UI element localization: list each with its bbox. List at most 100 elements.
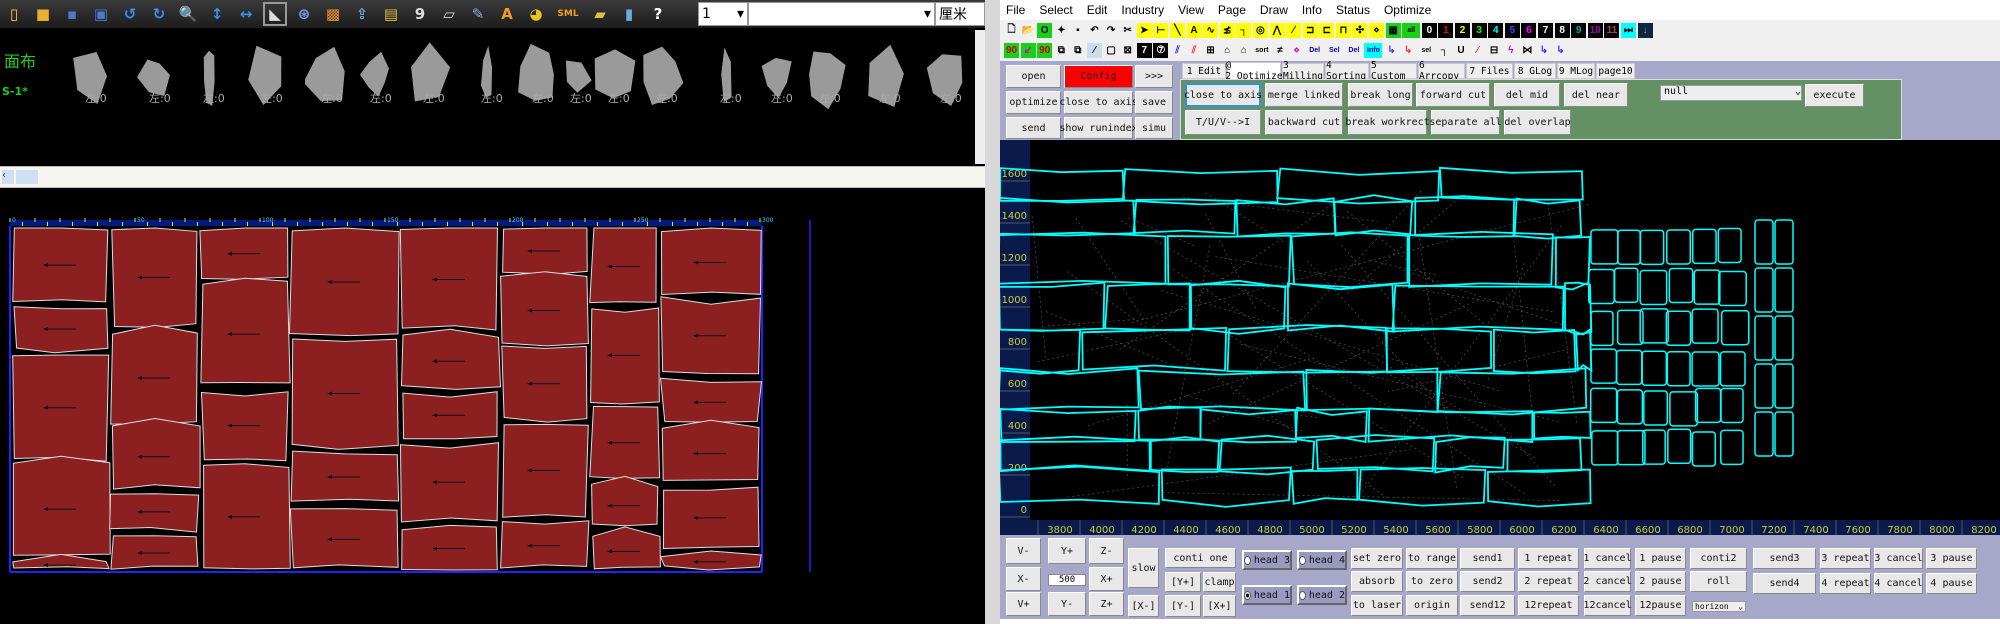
tab-0[interactable]: 1 Edit [1182,63,1226,79]
zoom-icon[interactable]: 🔍 [176,2,200,26]
cut-outline[interactable] [1717,227,1742,264]
cutting-canvas[interactable]: 020040060080010001200140016003800 4000 420… [1000,140,2000,535]
shape-icon[interactable]: ⌂ [1220,43,1235,58]
nine-icon[interactable]: 9 [408,2,432,26]
col1-absorb-button[interactable]: absorb [1351,571,1403,592]
circle-icon[interactable]: O [1037,22,1053,38]
fabric-piece[interactable] [589,405,661,479]
horizontal-scrollbar[interactable]: ‹ [0,166,985,188]
menu-optimize[interactable]: Optimize [1384,3,1431,17]
cut-outline[interactable] [1694,387,1722,424]
fabric-piece[interactable] [401,524,498,571]
cut-outline[interactable] [1754,363,1774,409]
fabric-piece[interactable] [12,553,110,570]
col3-send12-button[interactable]: send12 [1460,595,1515,616]
bracket-x-minus-button[interactable]: [X-] [1128,595,1159,617]
parallel-lines-icon[interactable]: ⫽ [1170,43,1185,58]
cross-mark-icon[interactable]: ⁄ [1086,43,1102,58]
del-same-icon[interactable]: Del [1306,43,1324,58]
redo-icon[interactable]: ↷ [1104,23,1119,38]
fabric-piece[interactable] [291,338,399,450]
undo-icon[interactable]: ↶ [1087,23,1102,38]
direction-select[interactable]: horizon ⌄ [1692,601,1746,612]
export-icon[interactable]: ⇪ [350,2,374,26]
head-2-radio[interactable]: head 2 [1297,585,1347,605]
wave-icon[interactable]: ∿ [1203,22,1219,38]
nesting-canvas[interactable]: 0 50 100 150 200 250 300 [0,188,985,624]
col9-3-repeat-button[interactable]: 3 repeat [1820,548,1871,569]
execute-button[interactable]: execute [1805,84,1864,107]
open-folder-icon[interactable]: ■ [31,2,55,26]
fabric-piece[interactable] [13,306,109,354]
help-icon[interactable]: ? [646,2,670,26]
open-icon[interactable]: 📂 [1021,23,1036,38]
slow-button[interactable]: slow [1128,548,1159,588]
cut-outline[interactable] [1616,389,1644,425]
num-5-icon[interactable]: 5 [1504,22,1520,38]
tab-8[interactable]: 9 MLog [1557,63,1595,79]
cut-outline[interactable] [1564,281,1593,336]
num-1-icon[interactable]: 1 [1438,22,1454,38]
opt-del-overlap-button[interactable]: del overlap [1504,110,1571,135]
fabric-piece[interactable] [402,391,498,440]
new-file-icon[interactable]: ▯ [2,2,26,26]
col10-3-cancel-button[interactable]: 3 cancel [1874,548,1923,569]
opt-forward-cut-button[interactable]: forward cut [1416,83,1490,107]
vertical-arrows-icon[interactable]: ↕ [205,2,229,26]
cut-icon[interactable]: ✂ [1120,23,1135,38]
cut-outline[interactable] [1506,437,1583,473]
optimize-button[interactable]: optimize [1006,91,1061,114]
node1-icon[interactable]: ⊐ [1302,22,1318,38]
cut-outline[interactable] [1438,166,1584,201]
cut-outline[interactable] [1290,468,1359,505]
layer-select[interactable]: 1 ▾ [698,2,748,26]
col8-send4-button[interactable]: send4 [1753,573,1816,594]
fabric-piece[interactable] [199,227,289,280]
cut-outline[interactable] [1436,367,1588,416]
col8-send3-button[interactable]: send3 [1753,548,1816,569]
cut-outline[interactable] [1774,411,1794,457]
cut-outline[interactable] [1589,387,1618,424]
cut-outline[interactable] [1616,309,1644,346]
path3-icon[interactable]: ↳ [1401,43,1416,58]
cut-outline[interactable] [1408,230,1554,288]
cut-outline[interactable] [1414,195,1516,238]
fabric-piece[interactable] [399,442,500,523]
step-input[interactable]: 500 [1048,574,1086,586]
cut-outline[interactable] [1774,363,1794,409]
num-9-icon[interactable]: 9 [1571,22,1587,38]
menu-edit[interactable]: Edit [1087,3,1108,17]
cut-outline[interactable] [1720,387,1744,424]
col2-origin-button[interactable]: origin [1406,595,1458,616]
angle-icon[interactable]: ⋀ [1269,22,1285,38]
cut-outline[interactable] [1667,428,1692,464]
window-divider[interactable] [985,0,1000,624]
u-icon[interactable]: U [1453,43,1468,58]
box-stack-icon[interactable]: ⊟ [1487,43,1502,58]
cut-outline[interactable] [1774,267,1794,313]
tab-3[interactable]: 4 Sorting [1325,60,1369,82]
col10-4-cancel-button[interactable]: 4 cancel [1874,573,1923,594]
col11-3-pause-button[interactable]: 3 pause [1926,548,1977,569]
fabric-piece[interactable] [659,550,762,571]
operation-select[interactable]: null ⌄ [1660,85,1802,101]
opt-del-mid-button[interactable]: del mid [1494,83,1560,107]
cut-outline[interactable] [1305,367,1439,414]
fabric-piece[interactable] [203,463,291,570]
undo-icon[interactable]: ↺ [118,2,142,26]
cut-outline[interactable] [1642,429,1666,465]
nodes-icon[interactable]: ⋄ [1289,43,1304,58]
col3-send2-button[interactable]: send2 [1460,571,1515,592]
head-1-radio[interactable]: head 1 [1242,585,1292,605]
fabric-piece[interactable] [111,417,201,490]
path5-icon[interactable]: ↳ [1553,43,1568,58]
cut-outline[interactable] [1719,351,1746,387]
node3-icon[interactable]: ⊓ [1335,22,1351,38]
new-icon[interactable]: 🗋 [1004,23,1019,38]
col6-2-pause-button[interactable]: 2 pause [1635,571,1686,592]
select-piece-icon[interactable]: ◣ [263,2,287,26]
num-10-icon[interactable]: 10 [1587,22,1603,38]
col7-conti2-button[interactable]: conti2 [1690,548,1747,569]
sort-icon[interactable]: sort [1253,43,1271,58]
edit-line-icon[interactable]: ⁄ [1470,43,1485,58]
